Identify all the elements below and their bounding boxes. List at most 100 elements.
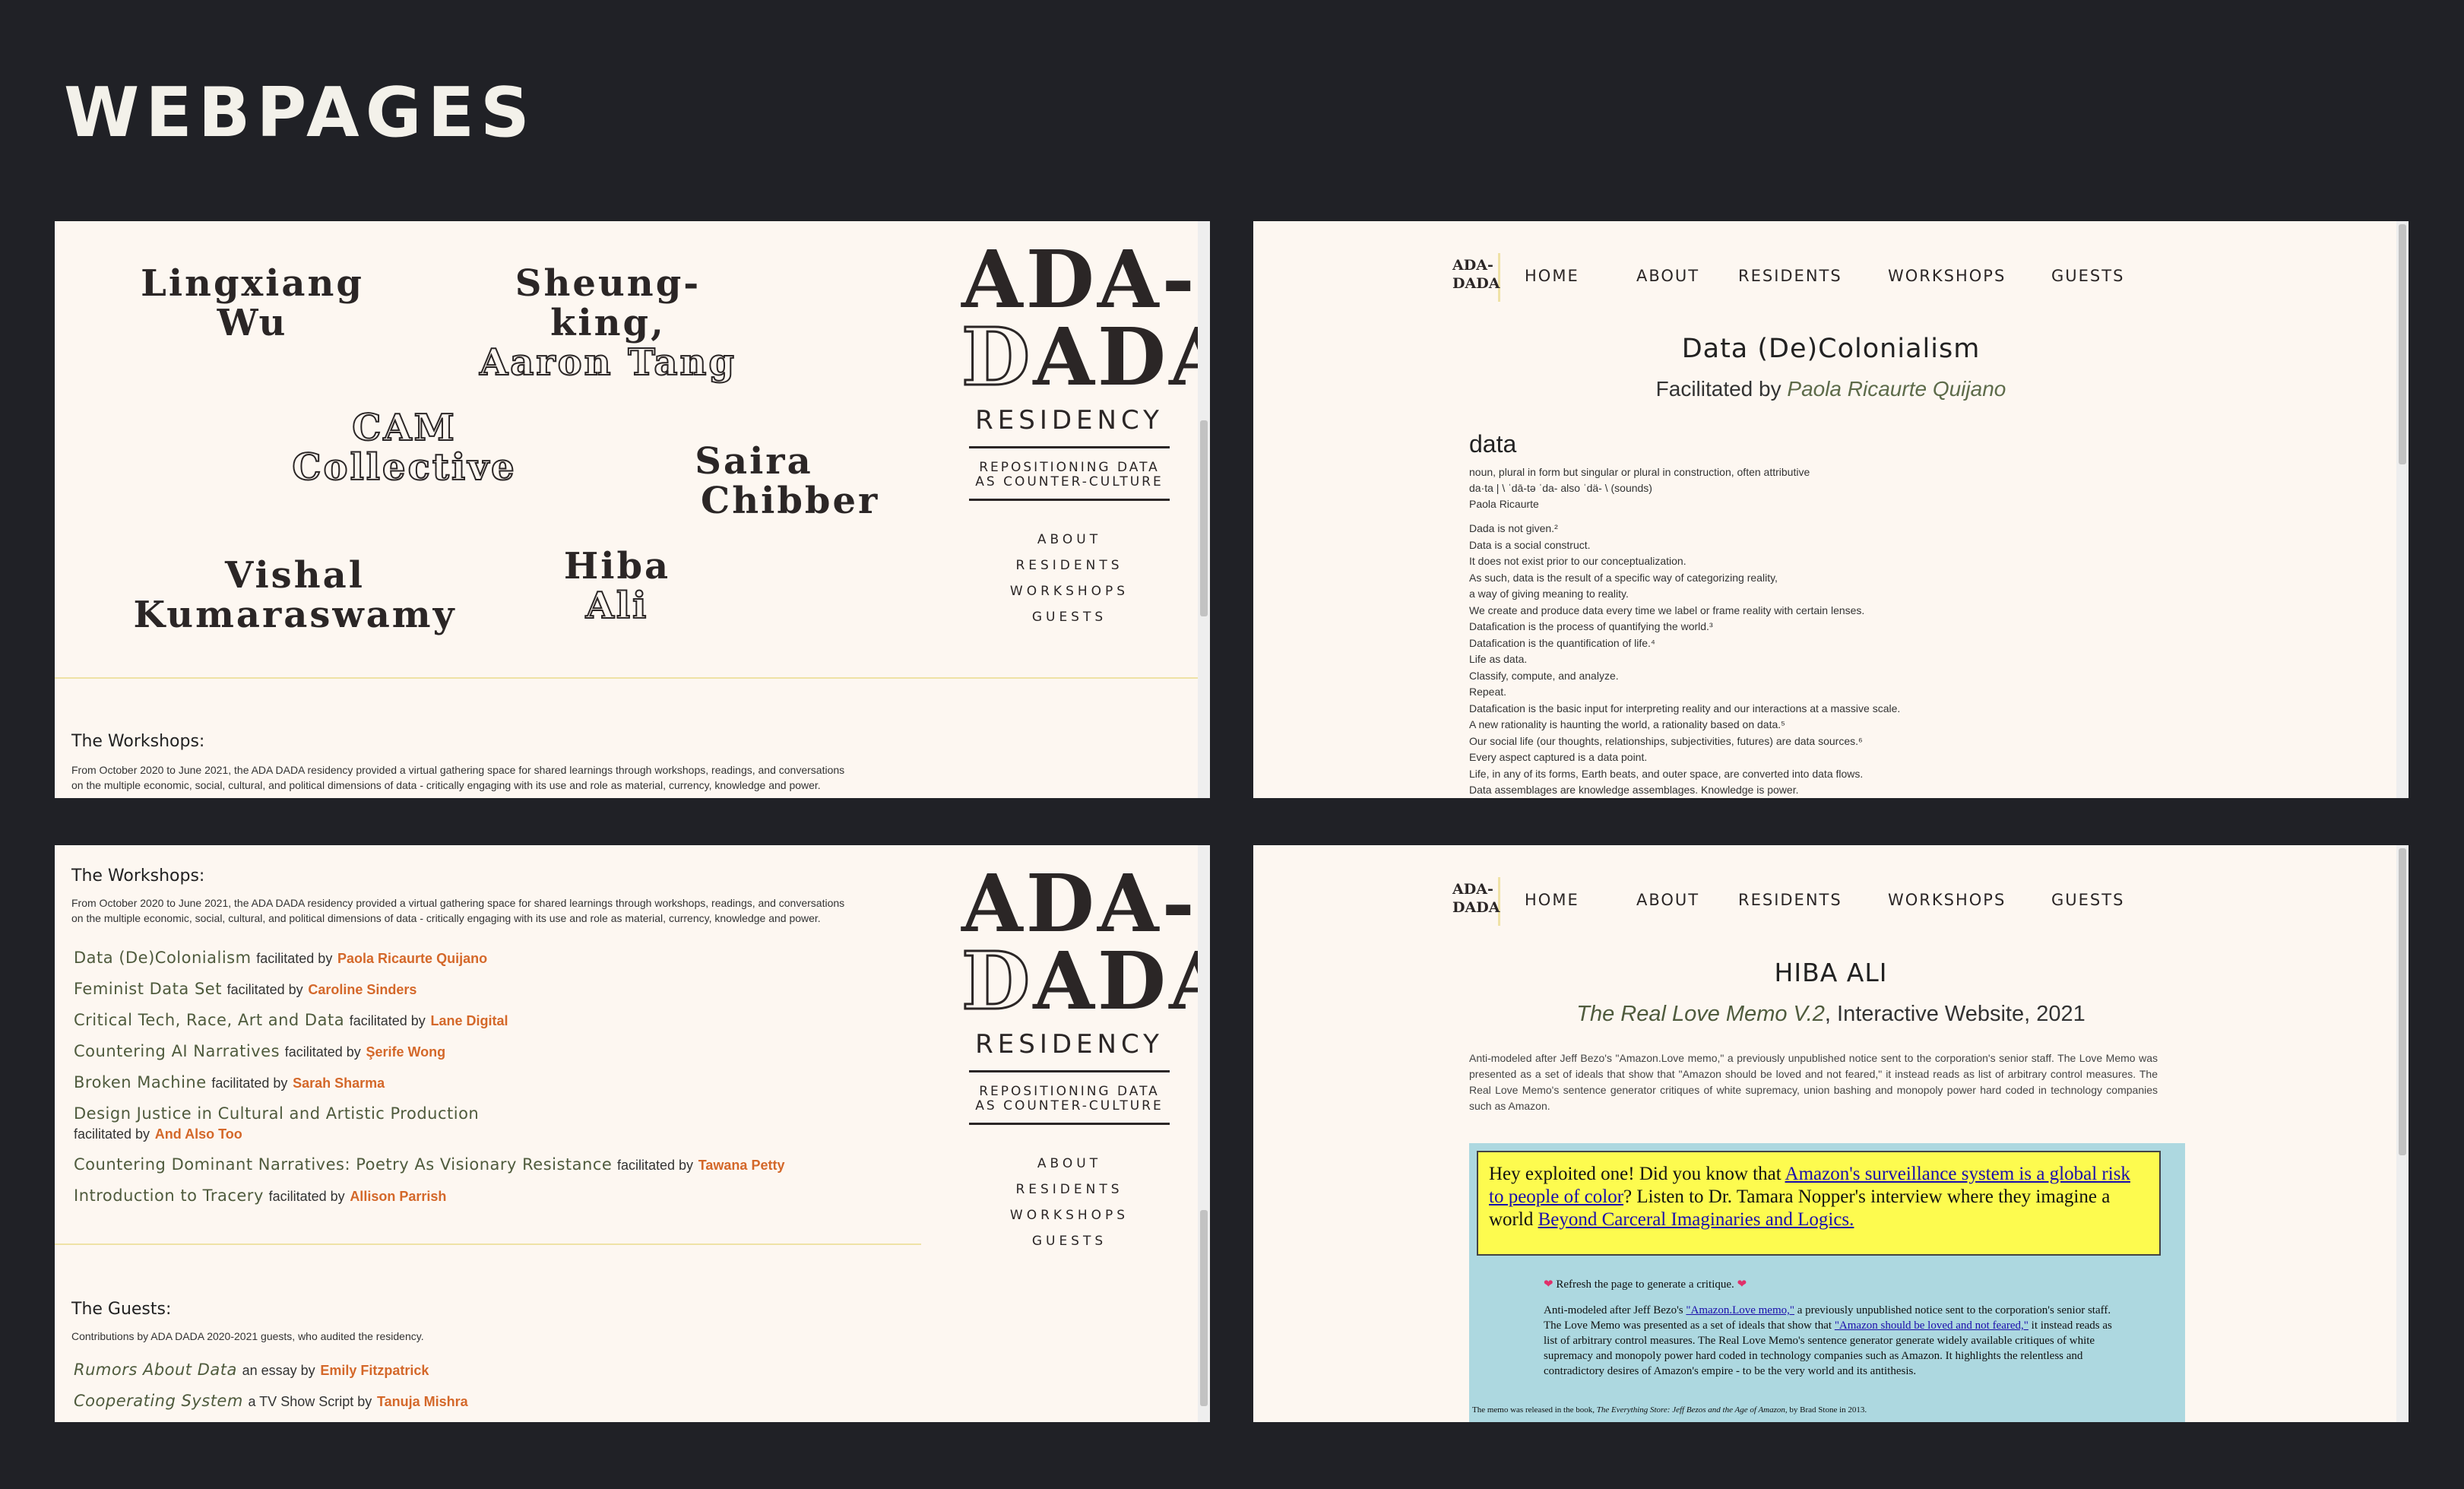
scrollbar[interactable]	[2396, 221, 2409, 798]
banner-box: Hey exploited one! Did you know that Ama…	[1477, 1151, 2161, 1256]
amazon-loved-link[interactable]: "Amazon should be loved and not feared,"	[1835, 1320, 2029, 1332]
nav-workshops[interactable]: WORKSHOPS	[955, 578, 1183, 604]
guest-work-link[interactable]: Rumors About Data	[74, 1361, 237, 1379]
resident-link-hiba-ali[interactable]: Hiba Ali	[503, 546, 731, 626]
residency-label: RESIDENCY	[975, 405, 1164, 436]
side-nav: ABOUT RESIDENTS WORKSHOPS GUESTS	[955, 527, 1183, 630]
workshop-link[interactable]: Critical Tech, Race, Art and Data	[74, 1011, 344, 1029]
workshops-intro: From October 2020 to June 2021, the ADA …	[71, 897, 845, 924]
artwork-embed: Hey exploited one! Did you know that Ama…	[1469, 1143, 2185, 1422]
facilitator-link[interactable]: Şerife Wong	[366, 1044, 445, 1060]
artwork-description: Anti-modeled after Jeff Bezo's "Amazon.L…	[1469, 1052, 2158, 1112]
artist-name: HIBA ALI	[1774, 958, 1888, 987]
facilitator-link[interactable]: Paola Ricaurte Quijano	[337, 951, 487, 966]
brand-block: ADA- DADA RESIDENCY REPOSITIONING DATA AS…	[955, 240, 1210, 630]
amazon-love-memo-link[interactable]: "Amazon.Love memo,"	[1686, 1304, 1794, 1316]
list-item: Critical Tech, Race, Art and Data facili…	[74, 1011, 508, 1029]
nav-workshops[interactable]: WORKSHOPS	[1888, 891, 2006, 909]
workshop-link[interactable]: Data (De)Colonialism	[74, 949, 252, 967]
section-divider	[55, 677, 1199, 679]
scrollbar-thumb[interactable]	[2399, 224, 2406, 464]
workshop-link[interactable]: Countering Dominant Narratives: Poetry A…	[74, 1155, 612, 1174]
nav-about[interactable]: ABOUT	[1636, 891, 1699, 909]
nav-residents[interactable]: RESIDENTS	[1738, 267, 1842, 285]
facilitator-link[interactable]: Tawana Petty	[698, 1158, 785, 1173]
scrollbar-thumb[interactable]	[1200, 1210, 1208, 1406]
workshop-link[interactable]: Design Justice in Cultural and Artistic …	[74, 1104, 479, 1123]
nav-home[interactable]: HOME	[1525, 891, 1579, 909]
nav-residents[interactable]: RESIDENTS	[955, 1177, 1183, 1202]
nav-about[interactable]: ABOUT	[955, 527, 1183, 553]
scrollbar-thumb[interactable]	[2399, 848, 2406, 1155]
divider	[969, 1070, 1170, 1072]
scrollbar[interactable]	[1198, 845, 1210, 1422]
nav-about[interactable]: ABOUT	[955, 1151, 1183, 1177]
tagline: REPOSITIONING DATA AS COUNTER-CULTURE	[975, 460, 1164, 489]
critique-text: Anti-modeled after Jeff Bezo's "Amazon.L…	[1544, 1304, 2112, 1377]
list-item: Design Justice in Cultural and Artistic …	[74, 1104, 480, 1142]
facilitator-name[interactable]: Paola Ricaurte Quijano	[1787, 377, 2006, 401]
workshops-intro: From October 2020 to June 2021, the ADA …	[71, 764, 845, 791]
refresh-hint: ❤ Refresh the page to generate a critiqu…	[1544, 1278, 1747, 1291]
nav-about[interactable]: ABOUT	[1636, 267, 1699, 285]
list-item: Countering Dominant Narratives: Poetry A…	[74, 1155, 785, 1174]
nav-residents[interactable]: RESIDENTS	[1738, 891, 1842, 909]
nav-guests[interactable]: GUESTS	[955, 1228, 1183, 1254]
list-item: Broken Machine facilitated by Sarah Shar…	[74, 1073, 385, 1091]
mini-logo[interactable]: ADA- DADA	[1452, 877, 1500, 926]
workshops-list-screenshot: The Workshops: From October 2020 to June…	[55, 845, 1210, 1422]
facilitator-link[interactable]: And Also Too	[155, 1126, 242, 1142]
workshop-list: Data (De)Colonialism facilitated by Paol…	[74, 943, 784, 1212]
resident-link-lingxiang-wu[interactable]: Lingxiang Wu	[138, 264, 366, 343]
workshops-heading: The Workshops:	[71, 732, 205, 751]
heart-icon: ❤	[1737, 1278, 1747, 1291]
nav-guests[interactable]: GUESTS	[2051, 891, 2124, 909]
resident-link-vishal-kumaraswamy[interactable]: Vishal Kumaraswamy	[128, 556, 462, 635]
facilitator-link[interactable]: Sarah Sharma	[293, 1076, 385, 1091]
guest-author-link[interactable]: Emily Fitzpatrick	[320, 1363, 429, 1378]
resident-link-aaron-tang[interactable]: Sheung-king, Aaron Tang	[471, 264, 745, 383]
list-item: Data (De)Colonialism facilitated by Paol…	[74, 949, 488, 967]
workshop-link[interactable]: Countering AI Narratives	[74, 1042, 280, 1060]
workshop-facilitator: Facilitated by Paola Ricaurte Quijano	[1655, 377, 2006, 401]
workshops-heading: The Workshops:	[71, 866, 205, 885]
residency-label: RESIDENCY	[975, 1029, 1164, 1060]
nav-home[interactable]: HOME	[1525, 267, 1579, 285]
nav-guests[interactable]: GUESTS	[955, 604, 1183, 630]
nav-workshops[interactable]: WORKSHOPS	[1888, 267, 2006, 285]
scrollbar[interactable]	[2396, 845, 2409, 1422]
guests-intro: Contributions by ADA DADA 2020-2021 gues…	[71, 1330, 424, 1342]
guest-work-link[interactable]: Cooperating System	[74, 1392, 243, 1410]
ada-dada-logo[interactable]: ADA- DADA	[955, 240, 1210, 398]
workshop-link[interactable]: Feminist Data Set	[74, 980, 222, 998]
scrollbar-thumb[interactable]	[1200, 420, 1208, 616]
facilitator-link[interactable]: Caroline Sinders	[308, 982, 416, 997]
workshop-page-screenshot: ADA- DADA HOME ABOUT RESIDENTS WORKSHOPS …	[1253, 221, 2409, 798]
nav-workshops[interactable]: WORKSHOPS	[955, 1202, 1183, 1228]
guests-heading: The Guests:	[71, 1300, 172, 1319]
workshop-link[interactable]: Introduction to Tracery	[74, 1186, 264, 1205]
dictionary-meta: noun, plural in form but singular or plu…	[1469, 466, 1810, 510]
divider	[969, 1123, 1170, 1125]
carceral-link[interactable]: Beyond Carceral Imaginaries and Logics.	[1538, 1209, 1854, 1230]
side-nav: ABOUT RESIDENTS WORKSHOPS GUESTS	[955, 1151, 1183, 1254]
nav-residents[interactable]: RESIDENTS	[955, 553, 1183, 578]
scrollbar[interactable]	[1198, 221, 1210, 798]
resident-link-cam-collective[interactable]: CAM Collective	[275, 407, 534, 488]
section-divider	[55, 1243, 921, 1245]
ada-dada-logo[interactable]: ADA- DADA	[955, 864, 1210, 1022]
residents-page-screenshot: Lingxiang Wu Sheung-king, Aaron Tang CAM C…	[55, 221, 1210, 798]
nav-guests[interactable]: GUESTS	[2051, 267, 2124, 285]
dictionary-word: data	[1469, 430, 1517, 458]
mini-logo[interactable]: ADA- DADA	[1452, 253, 1500, 302]
resident-link-saira-chibber[interactable]: Saira Chibber	[632, 442, 877, 521]
guest-author-link[interactable]: Tanuja Mishra	[377, 1394, 468, 1409]
artist-page-screenshot: ADA- DADA HOME ABOUT RESIDENTS WORKSHOPS …	[1253, 845, 2409, 1422]
workshop-link[interactable]: Broken Machine	[74, 1073, 207, 1091]
facilitator-link[interactable]: Lane Digital	[431, 1013, 508, 1028]
tagline: REPOSITIONING DATA AS COUNTER-CULTURE	[975, 1084, 1164, 1114]
list-item: Cooperating System a TV Show Script by T…	[74, 1392, 468, 1410]
page-title: WEBPAGES	[64, 73, 536, 153]
facilitator-link[interactable]: Allison Parrish	[350, 1189, 446, 1204]
heart-icon: ❤	[1544, 1278, 1553, 1291]
